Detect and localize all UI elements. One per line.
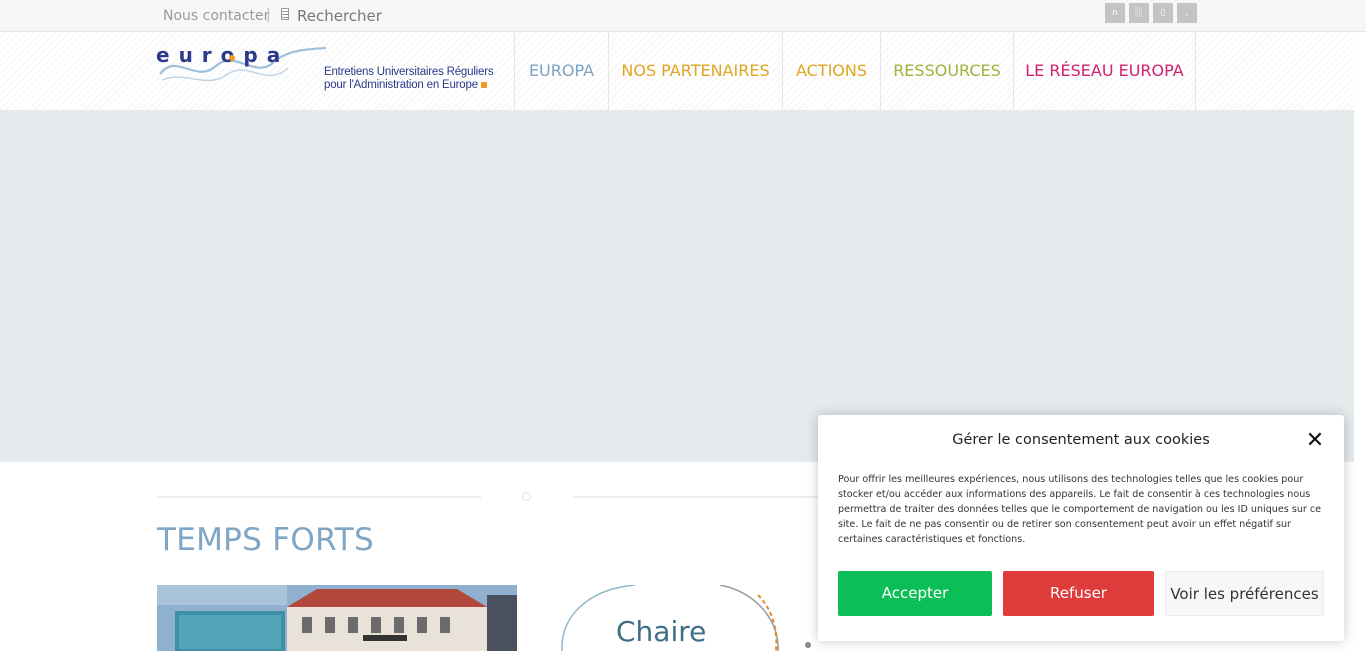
contact-link[interactable]: Nous contacter	[163, 8, 269, 24]
europa-logo-graphic: europa	[156, 43, 326, 82]
hero-banner	[0, 111, 1354, 462]
preferences-button[interactable]: Voir les préférences	[1165, 571, 1324, 616]
top-utility-bar: Nous contacter | Rechercher n ░ ▯ ,	[0, 0, 1366, 32]
search-link[interactable]: Rechercher	[297, 7, 382, 25]
cookie-modal-title: Gérer le consentement aux cookies	[952, 432, 1210, 448]
social-icon-3[interactable]: ▯	[1153, 3, 1173, 23]
nav-item-ressources[interactable]: RESSOURCES	[880, 32, 1013, 110]
chaire-text: Chaire	[616, 615, 707, 648]
svg-text:europa: europa	[156, 43, 289, 67]
section-divider-right	[573, 496, 833, 498]
logo-tagline-2: pour l'Administration en Europe	[324, 79, 487, 91]
section-divider-dot	[522, 492, 531, 501]
nav-item-partenaires[interactable]: NOS PARTENAIRES	[608, 32, 782, 110]
cookie-consent-modal: Gérer le consentement aux cookies ✕ Pour…	[818, 415, 1344, 641]
search-icon[interactable]	[281, 8, 289, 20]
main-nav: EUROPA NOS PARTENAIRES ACTIONS RESSOURCE…	[514, 32, 1196, 110]
europa-logo[interactable]: europa Entretiens Universitaires Régulie…	[156, 40, 496, 102]
social-icon-1[interactable]: n	[1105, 3, 1125, 23]
social-icon-4[interactable]: ,	[1177, 3, 1197, 23]
accept-button[interactable]: Accepter	[838, 571, 992, 616]
site-header: europa Entretiens Universitaires Régulie…	[0, 32, 1354, 111]
featured-photo-card[interactable]	[157, 585, 517, 651]
chaire-card[interactable]: Chaire	[540, 585, 840, 651]
nav-item-europa[interactable]: EUROPA	[514, 32, 608, 110]
close-icon[interactable]: ✕	[1305, 430, 1325, 452]
nav-item-actions[interactable]: ACTIONS	[782, 32, 880, 110]
cookie-modal-text: Pour offrir les meilleures expériences, …	[838, 474, 1322, 545]
social-icon-2[interactable]: ░	[1129, 3, 1149, 23]
logo-tagline-1: Entretiens Universitaires Réguliers	[324, 66, 494, 78]
section-divider-left	[157, 496, 481, 498]
building-photo	[157, 585, 517, 651]
topbar-separator: |	[266, 7, 271, 23]
nav-item-reseau[interactable]: LE RÉSEAU EUROPA	[1013, 32, 1196, 110]
section-title: TEMPS FORTS	[157, 522, 374, 558]
refuse-button[interactable]: Refuser	[1003, 571, 1154, 616]
